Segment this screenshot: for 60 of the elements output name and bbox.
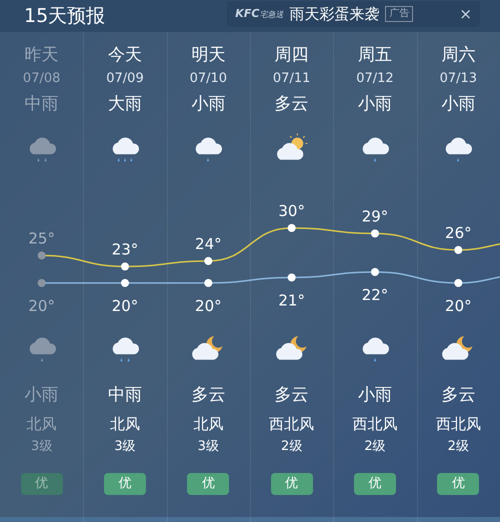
- wind-direction: 西北风: [352, 414, 398, 435]
- air-quality-badge: 优: [187, 473, 230, 495]
- close-button[interactable]: ×: [459, 2, 472, 26]
- wind-direction: 西北风: [269, 414, 314, 435]
- wind-level: 2级: [448, 438, 469, 456]
- low-temperature: 20°: [28, 297, 55, 315]
- day-name: 周四: [274, 44, 309, 67]
- day-name: 昨天: [24, 44, 59, 67]
- high-temperature: 23°: [112, 240, 138, 258]
- wind-level: 3级: [198, 438, 219, 456]
- day-name: 明天: [191, 44, 226, 67]
- wind-level: 2级: [364, 438, 386, 456]
- day-name: 今天: [108, 44, 142, 67]
- wind-direction: 西北风: [436, 414, 481, 435]
- wind-level: 3级: [31, 438, 52, 456]
- low-temperature: 22°: [362, 286, 388, 304]
- date-label: 07/13: [440, 70, 478, 88]
- high-temperature: 30°: [278, 202, 305, 220]
- weather-label: 中雨: [108, 384, 142, 407]
- wind-direction: 北风: [193, 414, 224, 435]
- page-title: 15天预报: [24, 4, 106, 29]
- high-temperature: 24°: [195, 235, 222, 253]
- weather-label: 多云: [441, 384, 476, 407]
- day-name: 周六: [441, 44, 476, 67]
- low-temperature: 21°: [278, 292, 305, 310]
- weather-label: 小雨: [358, 93, 392, 116]
- date-label: 07/08: [22, 70, 60, 88]
- weather-label: 小雨: [24, 384, 59, 407]
- ad-banner[interactable]: KFC宅急送 雨天彩蛋来袭 广告 ×: [227, 1, 480, 27]
- weather-label: 多云: [274, 384, 309, 407]
- low-temperature: 20°: [195, 297, 222, 315]
- ad-logo: KFC宅急送: [235, 6, 284, 22]
- ad-badge: 广告: [385, 6, 414, 22]
- date-label: 07/09: [106, 70, 144, 88]
- wind-level: 2级: [281, 438, 302, 456]
- wind-direction: 北风: [110, 414, 140, 435]
- wind-direction: 北风: [26, 414, 57, 435]
- air-quality-badge: 优: [20, 473, 63, 495]
- low-temperature: 20°: [445, 297, 472, 315]
- air-quality-badge: 优: [354, 473, 396, 495]
- ad-text: 雨天彩蛋来袭: [289, 4, 380, 25]
- weather-label: 中雨: [24, 93, 59, 116]
- weather-label: 多云: [274, 93, 309, 116]
- wind-level: 3级: [114, 438, 136, 456]
- weather-label: 小雨: [441, 93, 476, 116]
- date-label: 07/11: [272, 70, 310, 88]
- high-temperature: 29°: [362, 208, 388, 226]
- weather-label: 小雨: [191, 93, 226, 116]
- weather-label: 大雨: [108, 93, 142, 116]
- high-temperature: 25°: [28, 230, 55, 248]
- air-quality-badge: 优: [270, 473, 313, 495]
- low-temperature: 20°: [112, 297, 138, 315]
- date-label: 07/10: [190, 70, 228, 88]
- weather-label: 多云: [191, 384, 226, 407]
- weather-label: 小雨: [358, 384, 392, 407]
- air-quality-badge: 优: [437, 473, 480, 495]
- high-temperature: 26°: [445, 224, 472, 242]
- date-label: 07/12: [356, 70, 394, 88]
- day-name: 周五: [358, 44, 392, 67]
- air-quality-badge: 优: [104, 473, 146, 495]
